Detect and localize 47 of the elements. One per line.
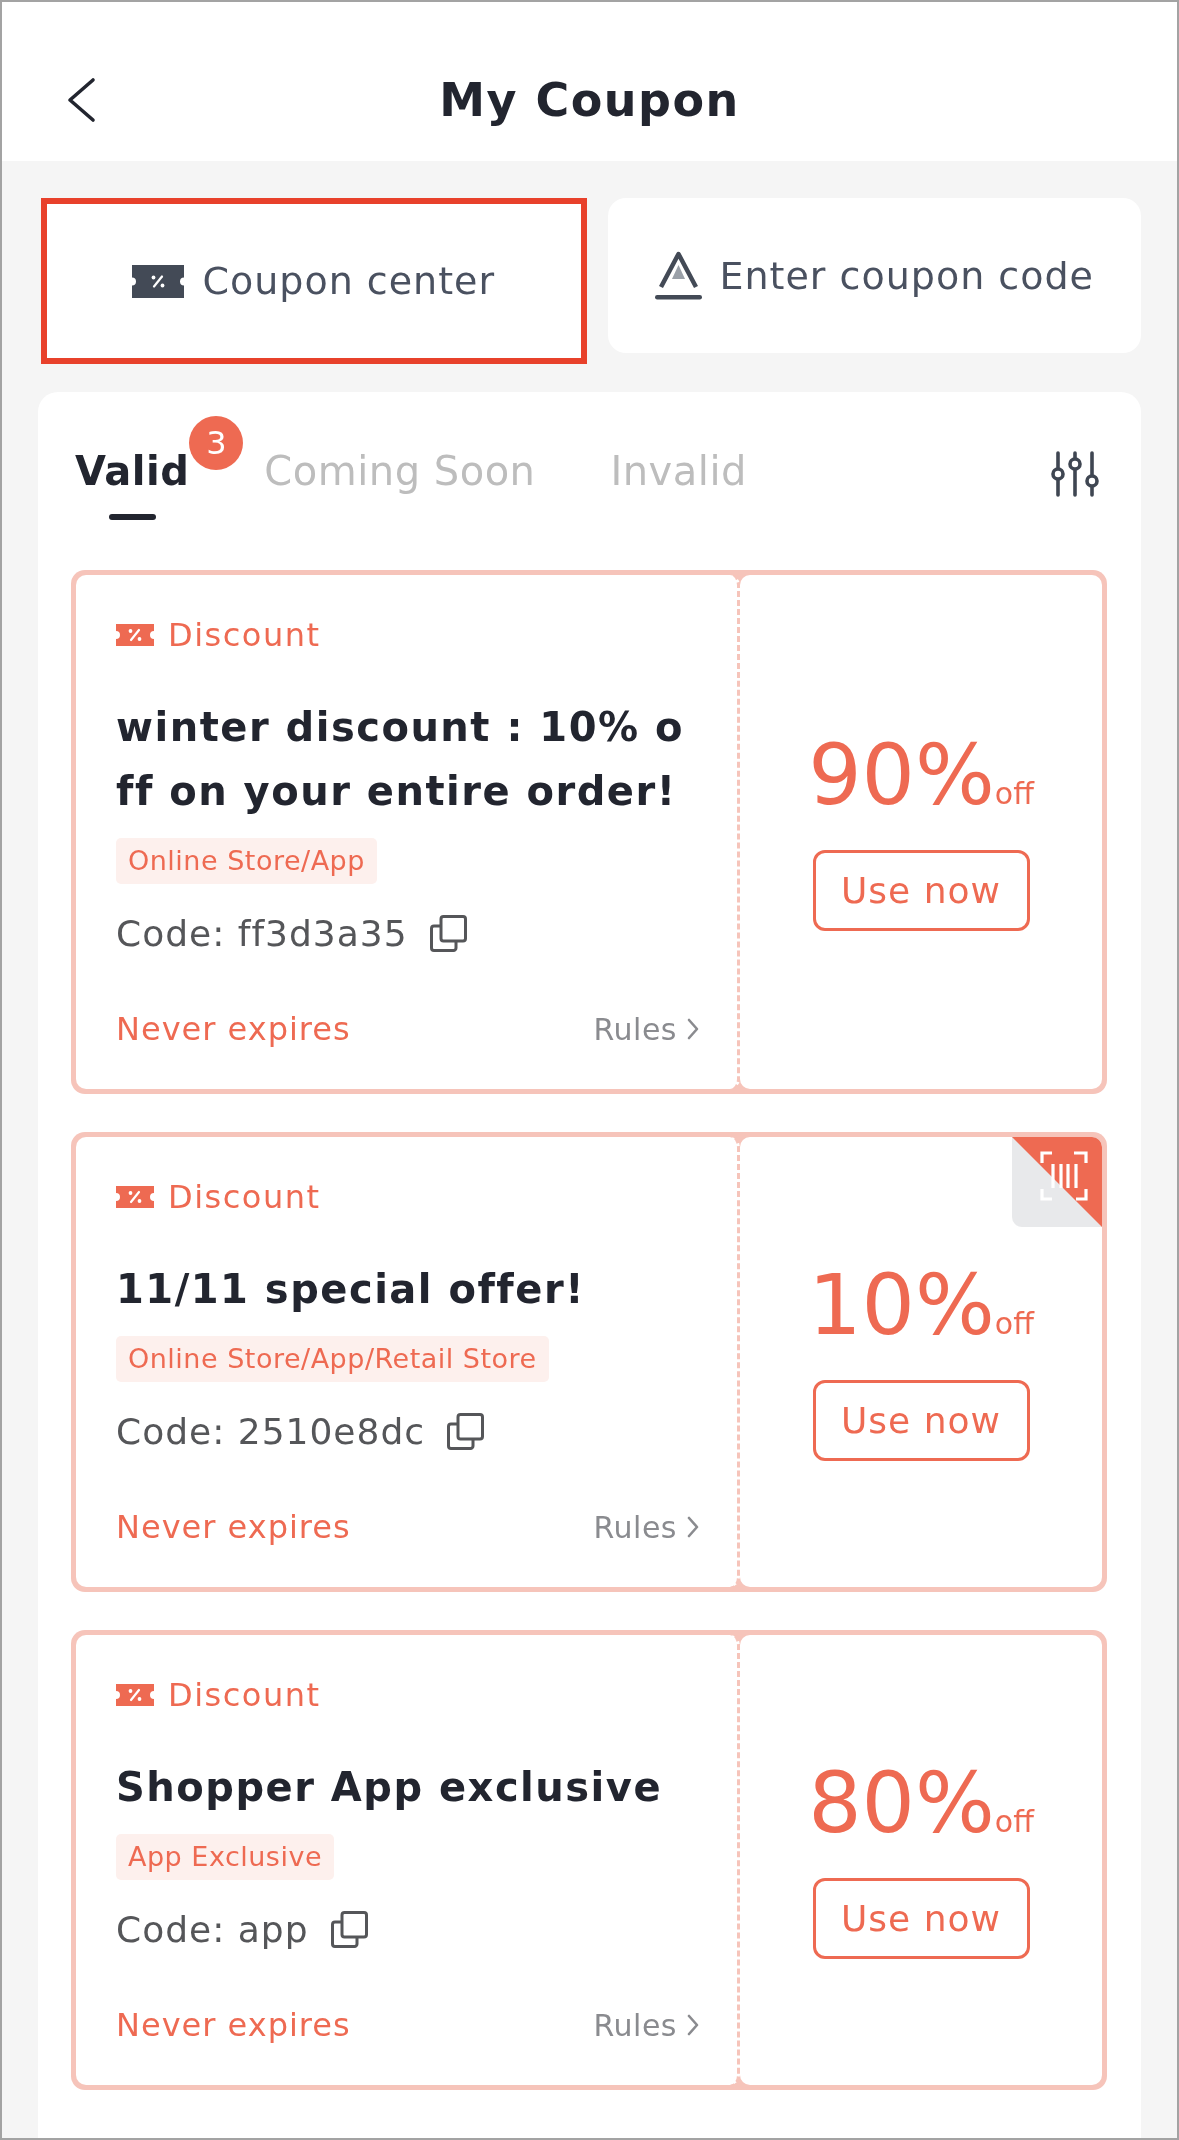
channel-tag: Online Store/App/Retail Store [116, 1336, 549, 1382]
coupon-code: Code: app [116, 1908, 309, 1950]
copy-icon[interactable] [447, 1412, 485, 1450]
expiry-text: Never expires [116, 2006, 351, 2044]
use-now-button[interactable]: Use now [812, 1380, 1030, 1461]
enter-code-button[interactable]: Enter coupon code [607, 198, 1141, 353]
tab[interactable]: Valid [75, 446, 190, 520]
discount-amount: 90% [808, 733, 995, 817]
channel-tag: Online Store/App [116, 838, 377, 884]
tab[interactable]: Coming Soon [264, 446, 536, 520]
discount-unit: off [994, 1804, 1034, 1839]
copy-icon[interactable] [429, 914, 467, 952]
ticket-icon [116, 624, 154, 646]
coupon-code: Code: 2510e8dc [116, 1410, 426, 1452]
use-now-button[interactable]: Use now [812, 1878, 1030, 1959]
count-badge: 3 [189, 416, 244, 470]
coupon-type: Discount [168, 1676, 321, 1714]
discount-amount: 80% [808, 1761, 995, 1845]
rules-link[interactable]: Rules [593, 1011, 699, 1047]
coupon-type: Discount [168, 616, 321, 654]
discount-unit: off [994, 1306, 1034, 1341]
coupon-code: Code: ff3d3a35 [116, 912, 408, 954]
expiry-text: Never expires [116, 1010, 351, 1048]
rules-link[interactable]: Rules [593, 1509, 699, 1545]
chevron-right-icon [687, 2014, 699, 2036]
text-format-icon [654, 251, 702, 300]
discount-unit: off [994, 776, 1034, 811]
coupon-center-button[interactable]: Coupon center [41, 198, 587, 364]
rules-link[interactable]: Rules [593, 2007, 699, 2043]
chevron-right-icon [687, 1516, 699, 1538]
ticket-icon [116, 1684, 154, 1706]
page-title: My Coupon [439, 72, 740, 127]
coupon-title: winter discount : 10% off on your entire order! [116, 703, 685, 816]
coupon-type: Discount [168, 1178, 321, 1216]
back-icon[interactable] [65, 76, 97, 123]
coupon-title: Shopper App exclusive [116, 1763, 663, 1812]
tab[interactable]: Invalid [610, 446, 747, 520]
chevron-right-icon [687, 1018, 699, 1040]
coupon-title: 11/11 special offer! [116, 1265, 586, 1314]
copy-icon[interactable] [330, 1910, 368, 1948]
expiry-text: Never expires [116, 1508, 351, 1546]
ticket-icon [132, 264, 185, 298]
use-now-button[interactable]: Use now [812, 850, 1030, 931]
ticket-icon [116, 1186, 154, 1208]
discount-amount: 10% [808, 1263, 995, 1347]
filter-icon[interactable] [1050, 450, 1100, 498]
channel-tag: App Exclusive [116, 1834, 334, 1880]
